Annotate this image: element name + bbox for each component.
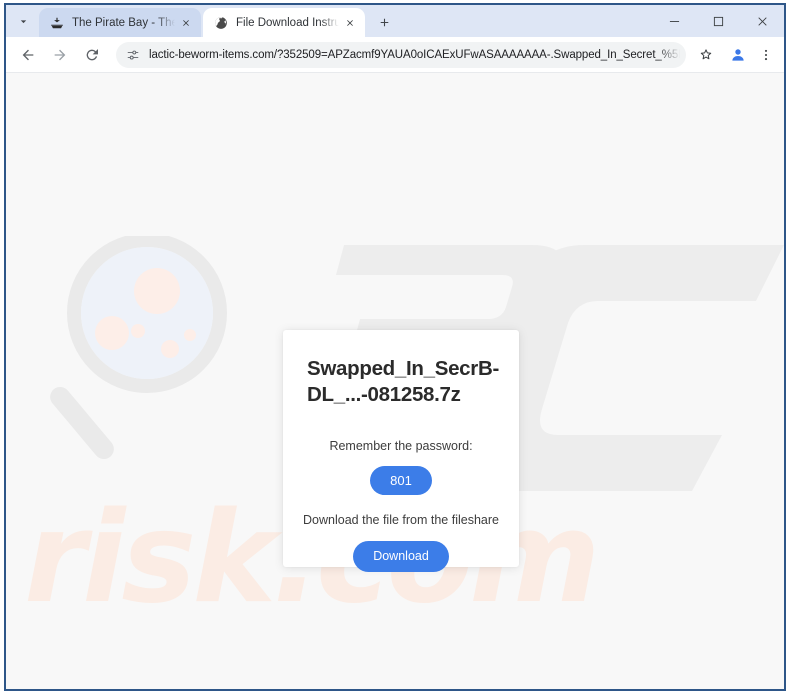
forward-arrow-icon xyxy=(54,49,66,60)
back-button[interactable] xyxy=(14,41,42,69)
plus-icon xyxy=(380,18,388,26)
tab-search-button[interactable] xyxy=(10,8,36,34)
address-bar[interactable]: lactic-beworm-items.com/?352509=APZacmf9… xyxy=(116,41,686,68)
url-text[interactable]: lactic-beworm-items.com/?352509=APZacmf9… xyxy=(149,49,680,61)
chevron-down-icon xyxy=(20,19,26,23)
back-arrow-icon xyxy=(22,49,34,60)
download-instructions-card: Swapped_In_SecrB-DL_...-081258.7z Rememb… xyxy=(283,330,519,572)
download-button[interactable]: Download xyxy=(353,541,449,572)
window-controls xyxy=(652,5,784,37)
profile-button[interactable] xyxy=(724,41,752,69)
tab-title: The Pirate Bay - The galaxy's m xyxy=(72,16,175,29)
tune-sliders-icon[interactable] xyxy=(124,46,142,64)
page-viewport: risk.com Swapped_In_SecrB-DL_...-081258.… xyxy=(6,73,784,689)
tab-title: File Download Instructions for S xyxy=(236,16,339,29)
forward-button[interactable] xyxy=(46,41,74,69)
password-label: Remember the password: xyxy=(329,439,473,453)
account-avatar-icon xyxy=(732,48,744,61)
close-button[interactable] xyxy=(740,5,784,37)
browser-window: The Pirate Bay - The galaxy's m File Dow… xyxy=(4,3,786,691)
magnifying-glass-icon xyxy=(50,236,227,460)
star-icon xyxy=(700,48,712,59)
close-icon[interactable] xyxy=(342,15,358,31)
password-value-badge[interactable]: 801 xyxy=(370,466,432,495)
minimize-button[interactable] xyxy=(652,5,696,37)
bookmark-button[interactable] xyxy=(694,43,718,67)
tab-strip: The Pirate Bay - The galaxy's m File Dow… xyxy=(6,5,784,37)
new-tab-button[interactable] xyxy=(371,9,397,35)
download-note: Download the file from the fileshare xyxy=(303,513,499,527)
pirate-ship-icon xyxy=(49,15,65,31)
globe-icon xyxy=(213,15,229,31)
maximize-button[interactable] xyxy=(696,5,740,37)
browser-toolbar: lactic-beworm-items.com/?352509=APZacmf9… xyxy=(6,37,784,73)
reload-icon xyxy=(86,48,98,60)
filename-heading: Swapped_In_SecrB-DL_...-081258.7z xyxy=(307,357,499,406)
reload-button[interactable] xyxy=(78,41,106,69)
browser-menu-button[interactable] xyxy=(754,41,778,69)
three-dot-menu-icon xyxy=(764,49,768,60)
close-icon[interactable] xyxy=(178,15,194,31)
tab-file-download-instructions[interactable]: File Download Instructions for S xyxy=(203,8,365,37)
tab-pirate-bay[interactable]: The Pirate Bay - The galaxy's m xyxy=(39,8,201,37)
